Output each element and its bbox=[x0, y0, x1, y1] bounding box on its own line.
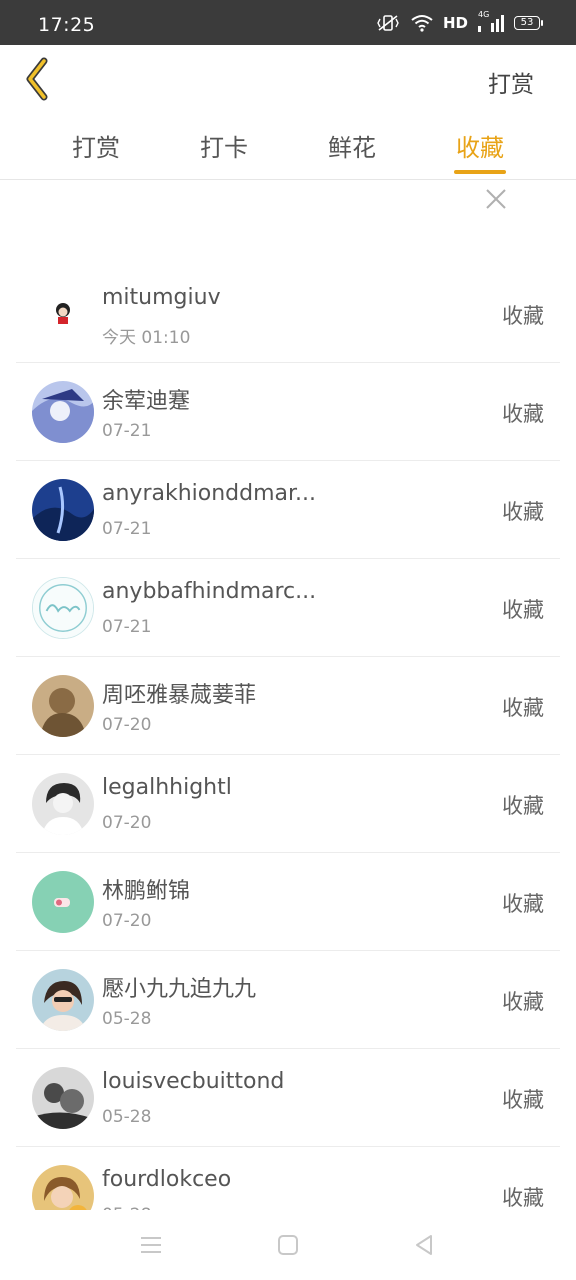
favorite-label: 收藏 bbox=[502, 402, 544, 426]
tab-favorites[interactable]: 收藏 bbox=[432, 128, 528, 163]
vibrate-icon bbox=[377, 15, 399, 31]
list-item[interactable]: 周呸雅暴蒇菨菲 07-20 收藏 bbox=[16, 657, 560, 755]
list-item[interactable]: 林鹏鲋锦 07-20 收藏 bbox=[16, 853, 560, 951]
user-name: mitumgiuv bbox=[102, 285, 221, 310]
home-icon[interactable] bbox=[275, 1232, 301, 1258]
favorite-label: 收藏 bbox=[502, 696, 544, 720]
avatar bbox=[32, 479, 94, 541]
favorite-label: 收藏 bbox=[502, 304, 544, 328]
status-icons: HD 4G 53 bbox=[375, 10, 543, 32]
avatar bbox=[32, 381, 94, 443]
favorite-label: 收藏 bbox=[502, 990, 544, 1014]
favorite-label: 收藏 bbox=[502, 1186, 544, 1210]
item-date: 05-28 bbox=[102, 1009, 152, 1029]
list-item[interactable]: anyrakhionddmar... 07-21 收藏 bbox=[16, 461, 560, 559]
network-label: HD bbox=[442, 14, 468, 32]
tab-reward[interactable]: 打赏 bbox=[48, 128, 144, 163]
avatar bbox=[32, 675, 94, 737]
item-date: 07-20 bbox=[102, 813, 152, 833]
battery-icon: 53 bbox=[514, 16, 543, 30]
list-item[interactable]: 懕小九九迫九九 05-28 收藏 bbox=[16, 951, 560, 1049]
menu-icon[interactable] bbox=[138, 1232, 164, 1258]
item-date: 05-28 bbox=[102, 1107, 152, 1127]
favorite-label: 收藏 bbox=[502, 1088, 544, 1112]
back-icon[interactable] bbox=[22, 57, 56, 101]
tab-checkin[interactable]: 打卡 bbox=[176, 128, 272, 163]
item-date: 07-20 bbox=[102, 911, 152, 931]
user-name: anybbafhindmarc... bbox=[102, 579, 317, 604]
avatar bbox=[32, 577, 94, 639]
item-date: 07-21 bbox=[102, 519, 152, 539]
system-nav-bar bbox=[0, 1210, 576, 1280]
avatar bbox=[32, 1067, 94, 1129]
user-name: fourdlokceo bbox=[102, 1167, 232, 1192]
item-date: 07-20 bbox=[102, 715, 152, 735]
avatar bbox=[32, 969, 94, 1031]
status-bar: 17:25 HD 4G 53 bbox=[0, 0, 576, 45]
user-name: anyrakhionddmar... bbox=[102, 481, 317, 506]
tab-flowers[interactable]: 鲜花 bbox=[304, 128, 400, 163]
tab-bar: 打赏 打卡 鲜花 收藏 bbox=[0, 120, 576, 180]
favorite-label: 收藏 bbox=[502, 500, 544, 524]
favorite-label: 收藏 bbox=[502, 598, 544, 622]
list-item[interactable]: mitumgiuv 今天 01:10 收藏 bbox=[16, 265, 560, 363]
reward-button[interactable]: 打赏 bbox=[488, 65, 534, 99]
list-item[interactable]: fourdlokceo 05-28 收藏 bbox=[16, 1147, 560, 1210]
avatar bbox=[32, 871, 94, 933]
favorite-label: 收藏 bbox=[502, 892, 544, 916]
signal-label: 4G bbox=[478, 10, 490, 19]
user-name: 余荤迪蹇 bbox=[102, 389, 191, 414]
list-item[interactable]: legalhhightl 07-20 收藏 bbox=[16, 755, 560, 853]
avatar bbox=[32, 283, 94, 345]
list-item[interactable]: anybbafhindmarc... 07-21 收藏 bbox=[16, 559, 560, 657]
avatar bbox=[32, 773, 94, 835]
item-date: 07-21 bbox=[102, 617, 152, 637]
status-time: 17:25 bbox=[38, 14, 96, 36]
favorite-label: 收藏 bbox=[502, 794, 544, 818]
signal-icon: 4G bbox=[478, 10, 504, 32]
favorites-list: mitumgiuv 今天 01:10 收藏 余荤迪蹇 07-21 收藏 anyr… bbox=[16, 265, 560, 1210]
user-name: legalhhightl bbox=[102, 775, 232, 800]
user-name: 周呸雅暴蒇菨菲 bbox=[102, 683, 257, 708]
user-name: louisvecbuittond bbox=[102, 1069, 285, 1094]
user-name: 懕小九九迫九九 bbox=[102, 977, 257, 1002]
list-item[interactable]: louisvecbuittond 05-28 收藏 bbox=[16, 1049, 560, 1147]
tab-active-indicator bbox=[454, 170, 506, 174]
app-bar: 打赏 bbox=[0, 45, 576, 120]
back-nav-icon[interactable] bbox=[411, 1232, 437, 1258]
user-name: 林鹏鲋锦 bbox=[102, 879, 191, 904]
close-icon[interactable] bbox=[485, 188, 507, 210]
list-item[interactable]: 余荤迪蹇 07-21 收藏 bbox=[16, 363, 560, 461]
item-date: 今天 01:10 bbox=[102, 328, 191, 348]
avatar bbox=[32, 1165, 94, 1210]
item-date: 07-21 bbox=[102, 421, 152, 441]
wifi-icon bbox=[411, 15, 433, 32]
